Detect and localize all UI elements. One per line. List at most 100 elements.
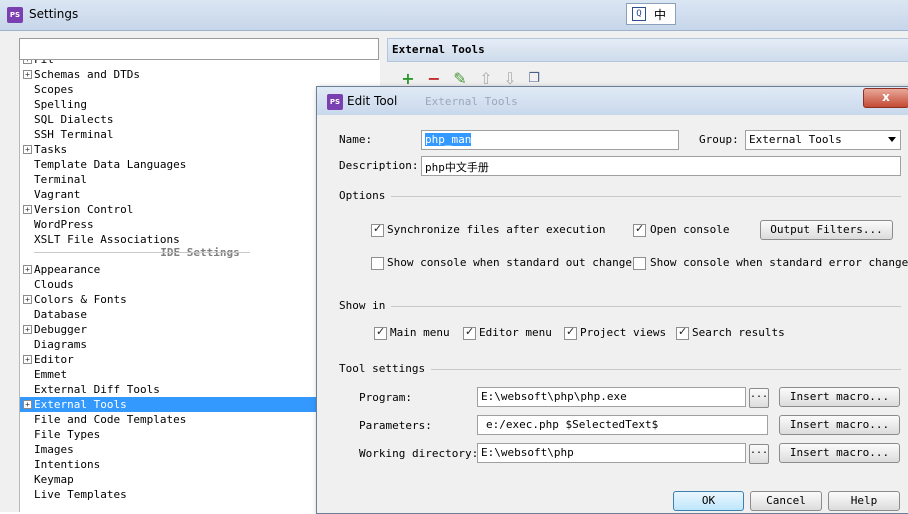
main-menu-checkbox[interactable] — [374, 325, 387, 340]
name-value: php_man — [425, 133, 472, 146]
tree-item-partial[interactable]: +Fil — [23, 60, 54, 67]
show-console-out-label[interactable]: Show console when standard out changes — [387, 256, 639, 269]
project-views-label[interactable]: Project views — [580, 326, 666, 339]
working-directory-insert-macro-button[interactable]: Insert macro... — [779, 443, 900, 463]
expand-icon[interactable]: + — [23, 70, 32, 79]
program-input[interactable]: E:\websoft\php\php.exe — [477, 387, 746, 407]
show-console-err-checkbox[interactable] — [633, 257, 646, 270]
project-views-checkbox[interactable] — [564, 325, 577, 340]
working-directory-label: Working directory: — [359, 447, 479, 460]
expand-icon[interactable]: + — [23, 325, 32, 334]
ime-label: 中 — [654, 8, 667, 22]
sidebar-item-version-control[interactable]: + Version Control — [23, 202, 133, 217]
parameters-input[interactable]: e:/exec.php $SelectedText$ — [477, 415, 768, 435]
sidebar-item-label: SQL Dialects — [34, 113, 114, 126]
help-button[interactable]: Help — [828, 491, 900, 511]
sidebar-item-label: Editor — [34, 353, 74, 366]
sidebar-item-sql-dialects[interactable]: SQL Dialects — [34, 112, 113, 127]
sidebar-item-label: Emmet — [34, 368, 68, 381]
sidebar-item-label: Vagrant — [34, 188, 81, 201]
expand-icon[interactable]: + — [23, 205, 32, 214]
sidebar-item-diagrams[interactable]: Diagrams — [34, 337, 87, 352]
sidebar-item-template-data-languages[interactable]: Template Data Languages — [34, 157, 186, 172]
program-insert-macro-button[interactable]: Insert macro... — [779, 387, 900, 407]
sidebar-item-label: Clouds — [34, 278, 74, 291]
parameters-label: Parameters: — [359, 419, 432, 432]
expand-icon[interactable]: + — [23, 295, 32, 304]
cancel-button[interactable]: Cancel — [750, 491, 822, 511]
group-label: Group: — [699, 133, 739, 146]
sidebar-item-ssh-terminal[interactable]: SSH Terminal — [34, 127, 113, 142]
group-combo[interactable]: External Tools — [745, 130, 901, 150]
sidebar-item-schemas-and-dtds[interactable]: + Schemas and DTDs — [23, 67, 140, 82]
expand-icon[interactable]: + — [23, 400, 32, 409]
settings-titlebar: PS Settings Q 中 — [0, 0, 908, 31]
editor-menu-checkbox[interactable] — [463, 325, 476, 340]
sidebar-item-label: Spelling — [34, 98, 87, 111]
expand-icon[interactable]: + — [23, 60, 32, 64]
sidebar-item-terminal[interactable]: Terminal — [34, 172, 87, 187]
ime-icon: Q — [632, 7, 646, 21]
sidebar-item-appearance[interactable]: + Appearance — [23, 262, 101, 277]
program-label: Program: — [359, 391, 412, 404]
name-input[interactable]: php_man — [421, 130, 679, 150]
external-tools-header: External Tools — [387, 38, 908, 62]
sidebar-item-label: Intentions — [34, 458, 101, 471]
dialog-ghost-title: External Tools — [425, 95, 518, 108]
sidebar-item-label: External Tools — [34, 398, 127, 411]
sidebar-item-vagrant[interactable]: Vagrant — [34, 187, 80, 202]
sidebar-item-debugger[interactable]: + Debugger — [23, 322, 87, 337]
sidebar-item-images[interactable]: Images — [34, 442, 74, 457]
sidebar-item-scopes[interactable]: Scopes — [34, 82, 74, 97]
search-results-label[interactable]: Search results — [692, 326, 785, 339]
settings-search-input[interactable] — [19, 38, 379, 60]
description-input[interactable]: php中文手册 — [421, 156, 901, 176]
dialog-titlebar[interactable]: PS Edit Tool External Tools x — [317, 87, 908, 115]
sidebar-item-clouds[interactable]: Clouds — [34, 277, 74, 292]
sidebar-item-label: Live Templates — [34, 488, 127, 501]
sidebar-item-spelling[interactable]: Spelling — [34, 97, 87, 112]
name-label: Name: — [339, 133, 373, 146]
sidebar-item-external-diff-tools[interactable]: External Diff Tools — [34, 382, 160, 397]
sidebar-item-label: Appearance — [34, 263, 101, 276]
sidebar-item-file-and-code-templates[interactable]: File and Code Templates — [34, 412, 186, 427]
ok-button[interactable]: OK — [673, 491, 744, 511]
sync-files-label[interactable]: Synchronize files after execution — [387, 223, 606, 236]
close-button[interactable]: x — [863, 88, 908, 108]
sidebar-item-label: SSH Terminal — [34, 128, 114, 141]
editor-menu-label[interactable]: Editor menu — [479, 326, 552, 339]
sync-files-checkbox[interactable] — [371, 222, 384, 237]
output-filters-button[interactable]: Output Filters... — [760, 220, 893, 240]
sidebar-item-keymap[interactable]: Keymap — [34, 472, 74, 487]
open-console-label[interactable]: Open console — [650, 223, 729, 236]
show-console-out-checkbox[interactable] — [371, 257, 384, 270]
working-directory-browse-button[interactable]: ... — [749, 444, 769, 464]
sidebar-item-colors-fonts[interactable]: + Colors & Fonts — [23, 292, 127, 307]
parameters-insert-macro-button[interactable]: Insert macro... — [779, 415, 900, 435]
sidebar-item-label: Diagrams — [34, 338, 87, 351]
group-value: External Tools — [749, 133, 842, 146]
sidebar-item-label: Terminal — [34, 173, 87, 186]
sidebar-item-wordpress[interactable]: WordPress — [34, 217, 94, 232]
sidebar-item-label: Database — [34, 308, 87, 321]
sidebar-item-database[interactable]: Database — [34, 307, 87, 322]
expand-icon[interactable]: + — [23, 355, 32, 364]
sidebar-item-editor[interactable]: + Editor — [23, 352, 74, 367]
sidebar-item-label: Debugger — [34, 323, 87, 336]
show-console-err-label[interactable]: Show console when standard error changes — [650, 256, 908, 269]
sidebar-item-file-types[interactable]: File Types — [34, 427, 100, 442]
search-results-checkbox[interactable] — [676, 325, 689, 340]
sidebar-item-live-templates[interactable]: Live Templates — [34, 487, 127, 502]
sidebar-item-emmet[interactable]: Emmet — [34, 367, 67, 382]
ime-indicator[interactable]: Q 中 — [626, 3, 676, 25]
open-console-checkbox[interactable] — [633, 222, 646, 237]
expand-icon[interactable]: + — [23, 265, 32, 274]
tool-settings-section-title: Tool settings — [339, 362, 432, 375]
expand-icon[interactable]: + — [23, 145, 32, 154]
sidebar-item-tasks[interactable]: + Tasks — [23, 142, 67, 157]
main-menu-label[interactable]: Main menu — [390, 326, 450, 339]
working-directory-input[interactable]: E:\websoft\php — [477, 443, 746, 463]
phpstorm-app-icon: PS — [7, 7, 23, 23]
program-browse-button[interactable]: ... — [749, 388, 769, 408]
sidebar-item-intentions[interactable]: Intentions — [34, 457, 100, 472]
